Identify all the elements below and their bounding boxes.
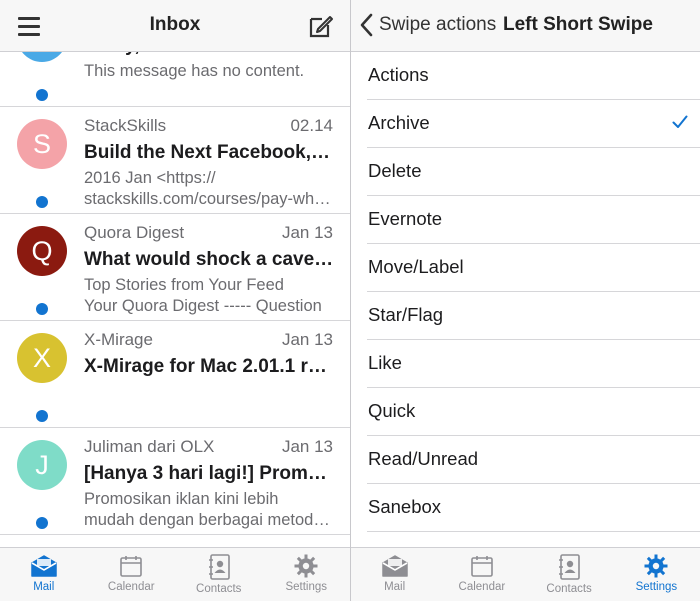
option-label: Archive: [368, 112, 430, 133]
option-label: Sanebox: [368, 496, 442, 517]
unread-dot-icon: [36, 517, 48, 529]
tab-label: Calendar: [458, 581, 506, 593]
swipe-settings-pane: Swipe actions Left Short Swipe Actions Ar…: [351, 0, 700, 601]
swipe-option-snooze[interactable]: Snooze: [367, 532, 700, 547]
tab-label: Contacts: [546, 583, 592, 595]
settings-icon: [613, 554, 700, 578]
swipe-option-evernote[interactable]: Evernote: [367, 196, 700, 244]
calendar-icon: [88, 554, 176, 578]
mail-preview-line: Promosikan iklan kini lebih: [84, 490, 279, 508]
left-tab-bar: Mail Calendar Contacts Settings: [0, 547, 350, 601]
tab-label: Mail: [384, 581, 406, 593]
mail-preview-line: Your Quora Digest ----- Question: [84, 297, 322, 315]
calendar-icon: [438, 554, 525, 578]
tab-calendar[interactable]: Calendar: [88, 548, 176, 601]
tab-contacts[interactable]: Contacts: [526, 548, 613, 601]
mail-sender: X-Mirage: [84, 330, 153, 349]
mail-preview: Promosikan iklan kini lebih mudah dengan…: [84, 489, 334, 531]
swipe-option-archive[interactable]: Archive: [367, 100, 700, 148]
tab-calendar[interactable]: Calendar: [438, 548, 525, 601]
unread-dot-icon: [36, 303, 48, 315]
mail-preview: Top Stories from Your Feed Your Quora Di…: [84, 275, 334, 317]
mail-preview: 2016 Jan <https:// stackskills.com/cours…: [84, 168, 334, 210]
mail-preview-line: 2016 Jan <https://: [84, 169, 216, 187]
swipe-option-like[interactable]: Like: [367, 340, 700, 388]
unread-dot-icon: [36, 196, 48, 208]
option-label: Star/Flag: [368, 304, 444, 325]
mail-date: 02.14: [290, 116, 333, 135]
swipe-option-actions[interactable]: Actions: [367, 52, 700, 100]
mail-subject: Build the Next Facebook, Uber: [84, 142, 334, 163]
mail-date: Jan 13: [281, 223, 333, 242]
swipe-option-move-label[interactable]: Move/Label: [367, 244, 700, 292]
tab-label: Mail: [33, 581, 55, 593]
tab-settings[interactable]: Settings: [263, 548, 351, 601]
contacts-icon: [526, 554, 613, 580]
option-label: Quick: [368, 400, 416, 421]
avatar: A: [17, 52, 67, 62]
option-label: Evernote: [368, 208, 443, 229]
mail-list[interactable]: A Jeffry, Products matching your search …: [0, 52, 350, 547]
mail-date: Jan 13: [281, 330, 333, 349]
mail-list-item[interactable]: J Juliman dari OLX Jan 13 [Hanya 3 hari …: [0, 428, 350, 535]
mail-date: Jan 13: [281, 437, 333, 456]
mail-preview-line: stackskills.com/courses/pay-what-you-wan…: [84, 190, 334, 208]
mail-icon: [351, 554, 438, 578]
avatar: X: [17, 333, 67, 383]
settings-icon: [263, 554, 351, 578]
page-title: Inbox: [149, 14, 201, 35]
avatar: S: [17, 119, 67, 169]
contacts-icon: [175, 554, 263, 580]
tab-mail[interactable]: Mail: [351, 548, 438, 601]
back-button[interactable]: Swipe actions: [359, 12, 496, 38]
tab-contacts[interactable]: Contacts: [175, 548, 263, 601]
inbox-pane: Inbox A Jeffry, Products matching your s…: [0, 0, 351, 601]
tab-label: Calendar: [107, 581, 155, 593]
settings-navbar: Swipe actions Left Short Swipe: [351, 0, 700, 52]
chevron-left-icon: [360, 13, 373, 37]
option-label: Like: [368, 352, 402, 373]
mail-preview: This message has no content.: [84, 61, 334, 82]
mail-list-item[interactable]: A Jeffry, Products matching your search …: [0, 52, 350, 107]
swipe-option-quick[interactable]: Quick: [367, 388, 700, 436]
swipe-option-read-unread[interactable]: Read/Unread: [367, 436, 700, 484]
mail-list-item[interactable]: S StackSkills 02.14 Build the Next Faceb…: [0, 107, 350, 214]
mail-subject: X-Mirage for Mac 2.01.1 released: [84, 356, 334, 377]
swipe-option-delete[interactable]: Delete: [367, 148, 700, 196]
mail-preview-line: Top Stories from Your Feed: [84, 276, 284, 294]
tab-label: Settings: [285, 581, 328, 593]
mail-sender: Juliman dari OLX: [84, 437, 215, 456]
unread-dot-icon: [36, 89, 48, 101]
mail-list-item[interactable]: X X-Mirage Jan 13 X-Mirage for Mac 2.01.…: [0, 321, 350, 428]
swipe-option-star-flag[interactable]: Star/Flag: [367, 292, 700, 340]
swipe-option-sanebox[interactable]: Sanebox: [367, 484, 700, 532]
mail-list-item[interactable]: Q Quora Digest Jan 13 What would shock a…: [0, 214, 350, 321]
back-button-label: Swipe actions: [379, 14, 497, 35]
mail-preview-line: This message has no content.: [84, 62, 305, 80]
avatar: Q: [17, 226, 67, 276]
mail-subject: What would shock a caveman: [84, 249, 334, 270]
option-label: Delete: [368, 160, 422, 181]
right-tab-bar: Mail Calendar Contacts Settings: [351, 547, 700, 601]
checkmark-icon: [672, 115, 688, 128]
tab-label: Contacts: [196, 583, 242, 595]
mail-icon: [0, 554, 88, 578]
mail-sender: StackSkills: [84, 116, 167, 135]
mail-preview-line: mudah dengan berbagai metode pembayaran: [84, 511, 334, 529]
mail-sender: Quora Digest: [84, 223, 185, 242]
avatar: J: [17, 440, 67, 490]
swipe-action-options[interactable]: Actions Archive Delete Evernote Move/Label St…: [351, 52, 700, 547]
mail-subject: Jeffry, Products matching your search: [84, 52, 334, 57]
tab-label: Settings: [635, 581, 678, 593]
inbox-navbar: Inbox: [0, 0, 350, 52]
option-label: Actions: [368, 64, 429, 85]
option-label: Read/Unread: [368, 448, 479, 469]
mail-subject: [Hanya 3 hari lagi!] Promosikan iklan: [84, 463, 334, 484]
tab-mail[interactable]: Mail: [0, 548, 88, 601]
settings-title: Left Short Swipe: [503, 14, 653, 35]
compose-icon[interactable]: [308, 13, 334, 39]
option-label: Move/Label: [368, 256, 464, 277]
tab-settings[interactable]: Settings: [613, 548, 700, 601]
unread-dot-icon: [36, 410, 48, 422]
